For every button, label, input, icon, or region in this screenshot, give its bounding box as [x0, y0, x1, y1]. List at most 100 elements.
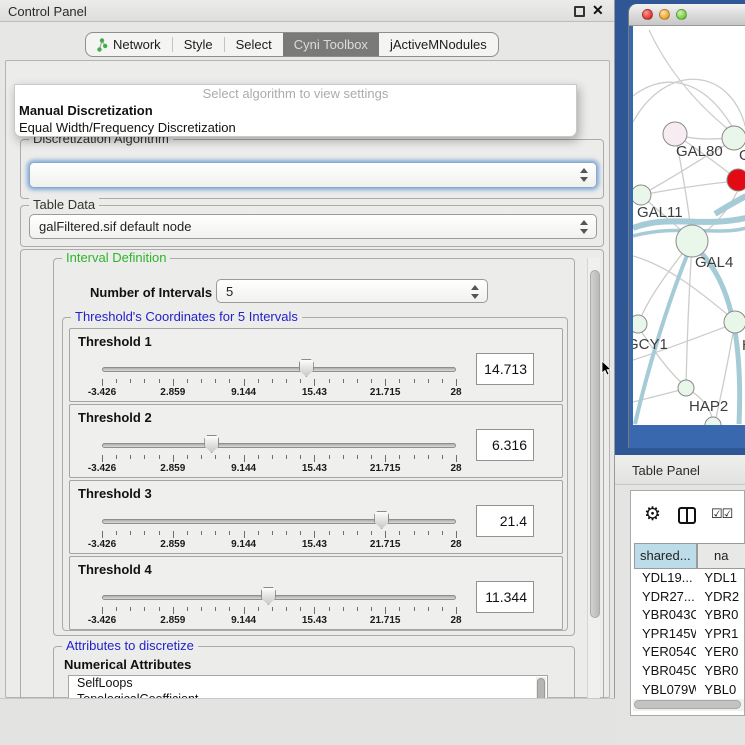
table-cell[interactable]: YPR1: [696, 625, 745, 644]
table-cell[interactable]: YER054C: [634, 643, 696, 662]
table-cell[interactable]: YBL0: [696, 681, 745, 695]
close-traffic-light-icon[interactable]: [642, 9, 653, 20]
tab-label: Cyni Toolbox: [294, 37, 368, 52]
table-row[interactable]: YER054CYER0: [634, 643, 745, 662]
table-row[interactable]: YDL19...YDL1: [634, 569, 745, 588]
tick-label: 15.43: [302, 463, 327, 474]
network-node-gcy1[interactable]: [633, 315, 647, 333]
network-node-hap2[interactable]: [678, 380, 694, 396]
slider-track[interactable]: [102, 367, 456, 372]
algorithm-option[interactable]: Manual Discretization: [15, 102, 576, 119]
threshold-value-field[interactable]: 14.713: [476, 353, 534, 385]
tab-style[interactable]: Style: [173, 33, 224, 56]
table-cell[interactable]: YER0: [696, 643, 745, 662]
checkbox-checked-icons[interactable]: ☑☑: [711, 506, 732, 522]
table-cell[interactable]: YBR043C: [634, 606, 696, 625]
vertical-scrollbar[interactable]: [587, 258, 600, 720]
network-edge[interactable]: [641, 181, 737, 195]
table-grid[interactable]: shared...naYDL19...YDL1YDR27...YDR2YBR04…: [634, 543, 745, 695]
gear-icon[interactable]: ⚙: [644, 503, 661, 526]
number-of-intervals-combobox[interactable]: 5: [216, 279, 488, 303]
table-cell[interactable]: YDL19...: [634, 569, 696, 588]
table-row[interactable]: YPR145WYPR1: [634, 625, 745, 644]
tab-network[interactable]: Network: [86, 33, 172, 56]
slider-track[interactable]: [102, 443, 456, 448]
table-row[interactable]: YBL079WYBL0: [634, 681, 745, 695]
tick-label: 15.43: [302, 615, 327, 626]
minor-tick: [201, 455, 202, 459]
split-view-icon[interactable]: [678, 507, 696, 524]
column-header[interactable]: shared...: [634, 543, 697, 569]
major-tick: [456, 531, 457, 538]
network-node-c[interactable]: [727, 169, 745, 191]
minor-tick: [442, 379, 443, 383]
column-header[interactable]: na: [697, 543, 745, 569]
tick-label: 9.144: [231, 387, 256, 398]
float-icon[interactable]: [574, 6, 585, 17]
algorithm-option[interactable]: Equal Width/Frequency Discretization: [15, 119, 576, 136]
slider-track[interactable]: [102, 595, 456, 600]
minor-tick: [399, 531, 400, 535]
slider-ticks: [102, 607, 456, 615]
vertical-scrollbar-thumb[interactable]: [590, 270, 600, 618]
tick-label: 15.43: [302, 539, 327, 550]
network-node-h[interactable]: [724, 311, 745, 333]
minor-tick: [371, 607, 372, 611]
slider-handle[interactable]: [374, 511, 389, 529]
network-node-label: GA: [739, 147, 745, 164]
table-data-combobox[interactable]: galFiltered.sif default node: [29, 214, 597, 239]
tick-label: -3.426: [88, 539, 116, 550]
zoom-traffic-light-icon[interactable]: [676, 9, 687, 20]
threshold-value-field[interactable]: 6.316: [476, 429, 534, 461]
slider-handle[interactable]: [204, 435, 219, 453]
horizontal-scrollbar[interactable]: [633, 699, 744, 711]
close-icon[interactable]: ✕: [592, 2, 604, 19]
minor-tick: [215, 379, 216, 383]
network-node-gal4[interactable]: [676, 225, 708, 257]
minimize-traffic-light-icon[interactable]: [659, 9, 670, 20]
threshold-value-field[interactable]: 21.4: [476, 505, 534, 537]
threshold-label: Threshold 2: [78, 410, 152, 425]
table-row[interactable]: YBR043CYBR0: [634, 606, 745, 625]
minor-tick: [442, 531, 443, 535]
network-canvas[interactable]: GAL80GACGAL11GAL4GCY1HHAP2: [633, 26, 745, 425]
algorithm-combobox[interactable]: [29, 162, 597, 188]
horizontal-scrollbar-thumb[interactable]: [634, 700, 741, 709]
threshold-slider[interactable]: -3.4262.8599.14415.4321.71528: [102, 583, 456, 627]
minor-tick: [399, 607, 400, 611]
discretization-algorithm-group: Discretization Algorithm: [20, 139, 604, 199]
screen: Control Panel ✕ NetworkStyleSelectCyni T…: [0, 0, 745, 745]
threshold-slider[interactable]: -3.4262.8599.14415.4321.71528: [102, 355, 456, 399]
tab-select[interactable]: Select: [225, 33, 283, 56]
table-row[interactable]: YDR27...YDR2: [634, 588, 745, 607]
threshold-slider[interactable]: -3.4262.8599.14415.4321.71528: [102, 507, 456, 551]
table-row[interactable]: YBR045CYBR0: [634, 662, 745, 681]
major-tick: [102, 607, 103, 614]
table-cell[interactable]: YBL079W: [634, 681, 696, 695]
table-cell[interactable]: YBR0: [696, 662, 745, 681]
table-cell[interactable]: YDR2: [696, 588, 745, 607]
network-node-gal11[interactable]: [633, 185, 651, 205]
minor-tick: [286, 379, 287, 383]
threshold-slider[interactable]: -3.4262.8599.14415.4321.71528: [102, 431, 456, 475]
slider-handle[interactable]: [299, 359, 314, 377]
slider-track[interactable]: [102, 519, 456, 524]
table-cell[interactable]: YDL1: [696, 569, 745, 588]
major-tick: [244, 379, 245, 386]
network-edge-thick[interactable]: [715, 196, 745, 214]
slider-handle[interactable]: [261, 587, 276, 605]
table-cell[interactable]: YBR0: [696, 606, 745, 625]
network-edge[interactable]: [686, 244, 692, 386]
tab-jactivemnodules[interactable]: jActiveMNodules: [379, 33, 498, 56]
table-cell[interactable]: YDR27...: [634, 588, 696, 607]
algorithm-dropdown-prompt[interactable]: Select algorithm to view settings: [15, 85, 576, 102]
network-node[interactable]: [705, 417, 721, 425]
table-cell[interactable]: YPR145W: [634, 625, 696, 644]
network-graph[interactable]: GAL80GACGAL11GAL4GCY1HHAP2: [633, 26, 745, 425]
threshold-value-field[interactable]: 11.344: [476, 581, 534, 613]
tab-cyni-toolbox[interactable]: Cyni Toolbox: [283, 33, 379, 56]
minor-tick: [428, 607, 429, 611]
attribute-list-item[interactable]: SelfLoops: [69, 676, 547, 692]
major-tick: [102, 531, 103, 538]
table-cell[interactable]: YBR045C: [634, 662, 696, 681]
